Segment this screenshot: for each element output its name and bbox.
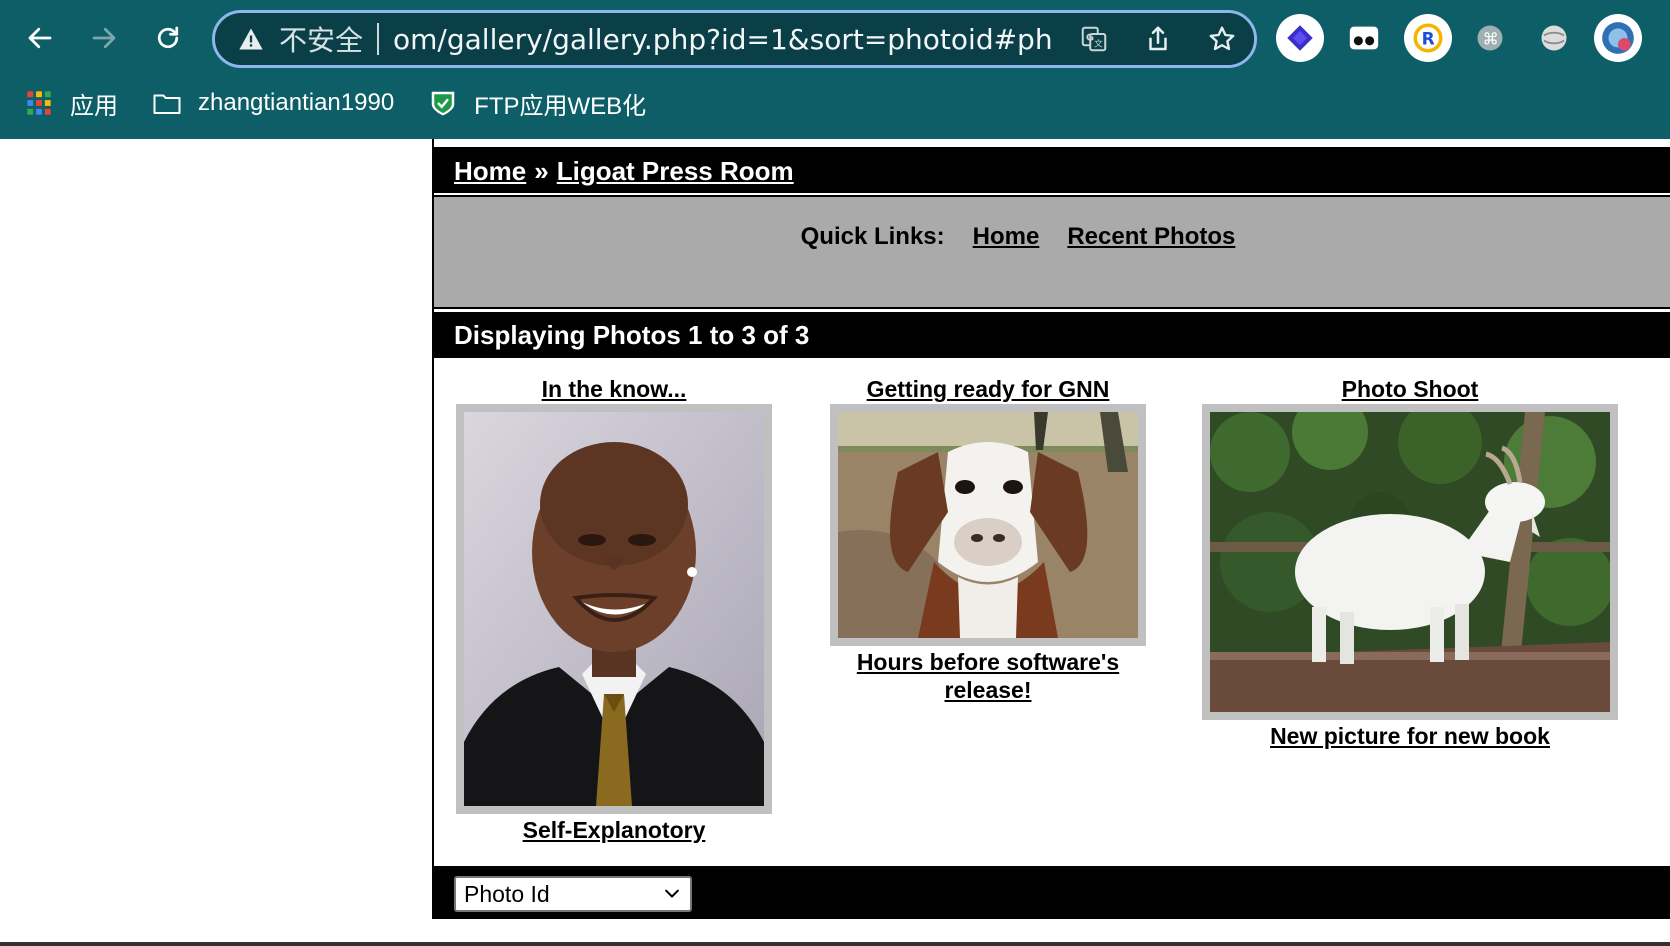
- svg-text:文: 文: [1094, 38, 1103, 50]
- photo-frame[interactable]: [830, 404, 1146, 646]
- extension-layers-icon[interactable]: [1276, 14, 1324, 62]
- bookmark-label: 应用: [70, 92, 118, 120]
- url-text[interactable]: om/gallery/gallery.php?id=1&sort=photoid…: [393, 23, 1112, 56]
- forward-button[interactable]: [80, 14, 128, 62]
- omnibox-divider: [377, 23, 380, 55]
- bookmark-label: FTP应用WEB化: [474, 92, 647, 120]
- breadcrumb: Home » Ligoat Press Room: [434, 147, 1670, 193]
- chevron-down-icon: [665, 889, 679, 898]
- photo-title-link[interactable]: Getting ready for GNN: [838, 374, 1138, 404]
- quick-link-recent-photos[interactable]: Recent Photos: [1067, 223, 1235, 307]
- sort-selected-value: Photo Id: [464, 880, 550, 907]
- photo-goat-closeup[interactable]: [838, 412, 1138, 638]
- photo-portrait-man[interactable]: [464, 412, 764, 806]
- address-bar[interactable]: 不安全 om/gallery/gallery.php?id=1&sort=pho…: [212, 10, 1257, 68]
- bookmark-folder[interactable]: zhangtiantian1990: [152, 88, 394, 118]
- translate-icon[interactable]: G 文: [1062, 13, 1126, 65]
- photo-caption-link[interactable]: New picture for new book: [1202, 722, 1618, 750]
- photo-white-goat[interactable]: [1210, 412, 1610, 712]
- share-icon[interactable]: [1126, 13, 1190, 65]
- photo-title-link[interactable]: In the know...: [464, 374, 764, 404]
- profile-avatar-icon[interactable]: [1594, 14, 1642, 62]
- extension-globe-icon[interactable]: [1530, 14, 1578, 62]
- sort-bar: Photo Id: [434, 866, 1670, 919]
- photo-card: In the know... Self-Explanotory: [456, 374, 772, 844]
- photo-grid: In the know... Self-Explanotory Getting …: [434, 358, 1670, 866]
- insecure-label[interactable]: 不安全: [279, 19, 363, 59]
- displaying-text: Displaying Photos 1 to 3 of 3: [454, 319, 810, 350]
- photo-frame[interactable]: [1202, 404, 1618, 720]
- extension-command-icon[interactable]: ⌘: [1466, 14, 1514, 62]
- window-bottom-edge: [0, 942, 1670, 946]
- quick-links-bar: Quick Links: Home Recent Photos: [434, 195, 1670, 309]
- bookmarks-bar: 应用 zhangtiantian1990 FTP应用WEB化: [0, 80, 1670, 126]
- breadcrumb-separator: »: [534, 155, 549, 186]
- photo-card: Getting ready for GNN Hours before softw…: [830, 374, 1146, 704]
- gallery-panel: Home » Ligoat Press Room Quick Links: Ho…: [432, 139, 1670, 919]
- star-bookmark-icon[interactable]: [1190, 13, 1254, 65]
- bookmark-apps[interactable]: 应用: [24, 86, 118, 121]
- extension-glasses-icon[interactable]: [1340, 14, 1388, 62]
- svg-text:⌘: ⌘: [1483, 29, 1499, 48]
- svg-text:G: G: [1086, 32, 1094, 43]
- warning-icon[interactable]: [237, 25, 265, 53]
- page-content: Home » Ligoat Press Room Quick Links: Ho…: [0, 139, 1670, 946]
- extension-r-icon[interactable]: R: [1404, 14, 1452, 62]
- reload-icon: [157, 26, 179, 49]
- photo-card: Photo Shoot New picture for new book: [1202, 374, 1618, 750]
- browser-chrome: 不安全 om/gallery/gallery.php?id=1&sort=pho…: [0, 0, 1670, 139]
- quick-link-home[interactable]: Home: [973, 223, 1040, 307]
- photo-frame[interactable]: [456, 404, 772, 814]
- bookmark-label: zhangtiantian1990: [198, 89, 395, 116]
- bookmark-ftp[interactable]: FTP应用WEB化: [428, 86, 646, 121]
- arrow-left-icon: [28, 27, 52, 49]
- reload-button[interactable]: [144, 14, 192, 62]
- quick-links-label: Quick Links:: [800, 223, 945, 250]
- photo-caption-link[interactable]: Self-Explanotory: [464, 816, 764, 844]
- apps-grid-icon: [24, 88, 54, 118]
- breadcrumb-home-link[interactable]: Home: [454, 156, 526, 187]
- displaying-count: Displaying Photos 1 to 3 of 3: [434, 312, 1670, 358]
- breadcrumb-current-link[interactable]: Ligoat Press Room: [557, 156, 794, 187]
- svg-text:R: R: [1422, 29, 1435, 49]
- arrow-right-icon: [92, 27, 116, 49]
- back-button[interactable]: [16, 14, 64, 62]
- photo-title-link[interactable]: Photo Shoot: [1202, 374, 1618, 404]
- photo-caption-link[interactable]: Hours before software's release!: [838, 648, 1138, 704]
- shield-check-icon: [428, 88, 458, 118]
- sort-select[interactable]: Photo Id: [454, 876, 692, 912]
- folder-icon: [152, 88, 182, 118]
